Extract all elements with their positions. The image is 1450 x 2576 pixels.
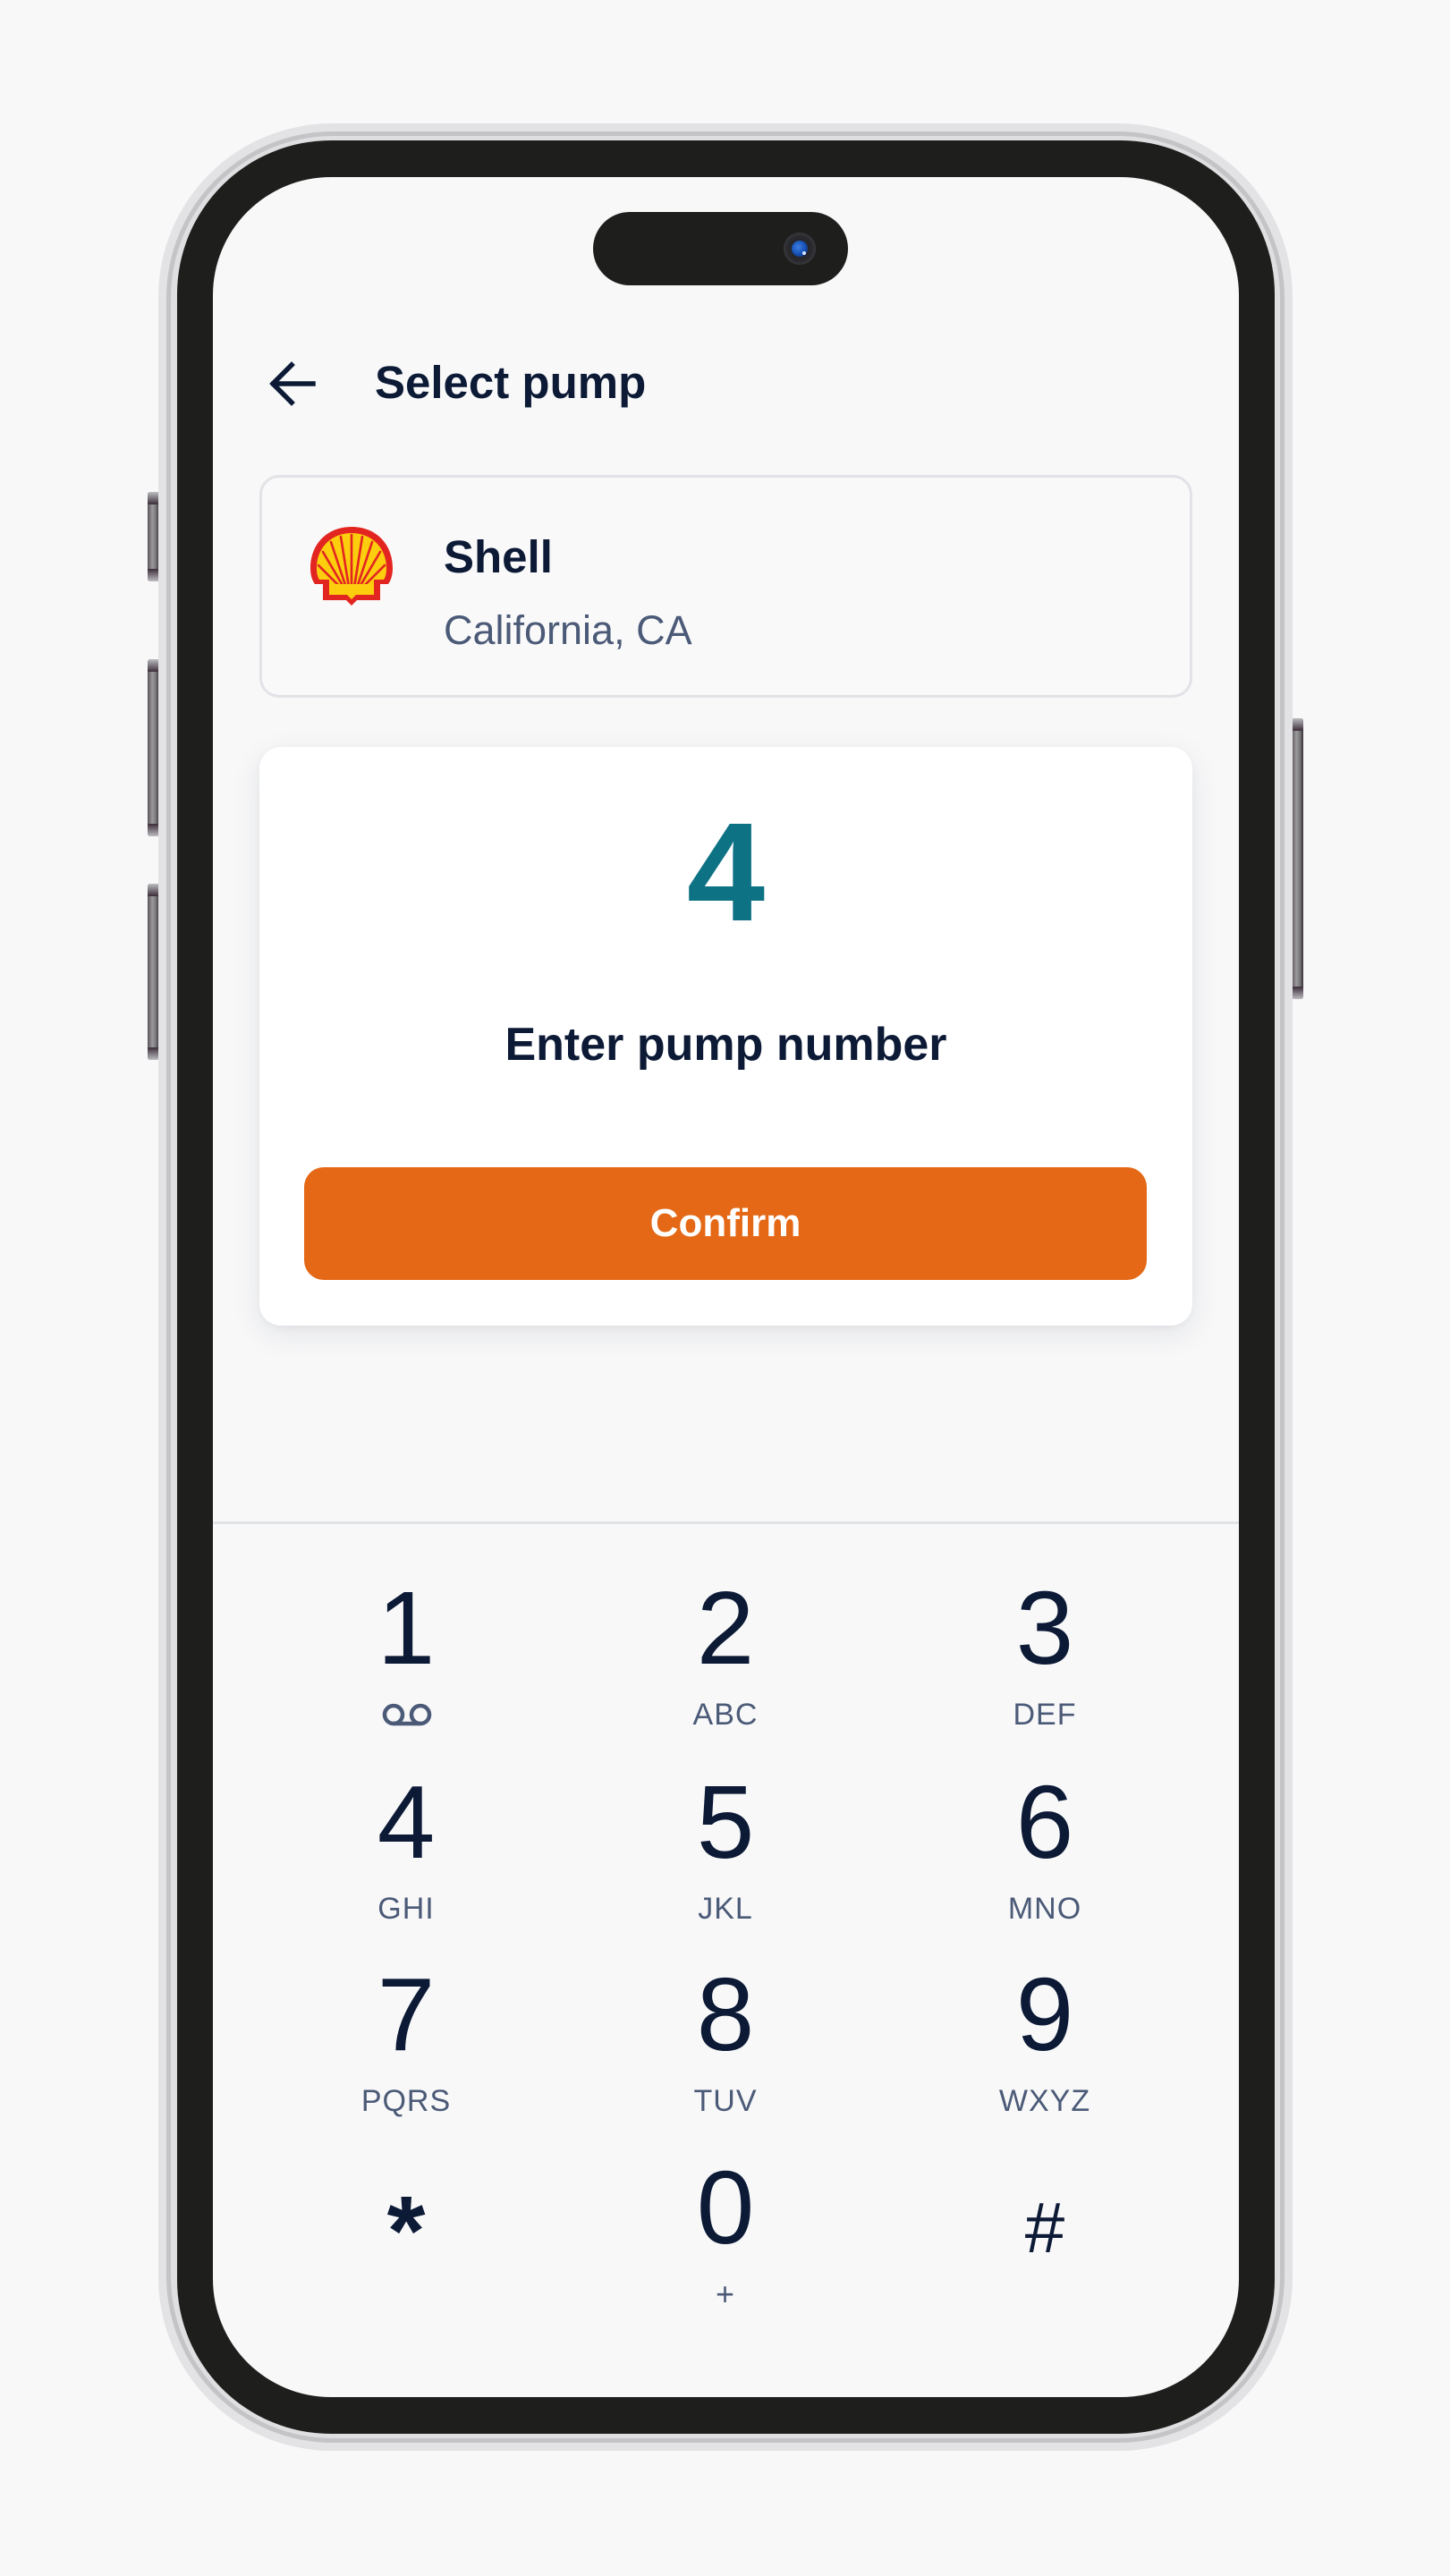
key-5[interactable]: 5 JKL <box>591 1764 860 1952</box>
phone-screen: Select pump Shell California, CA 4 Enter… <box>213 177 1239 2397</box>
page-title: Select pump <box>375 357 647 408</box>
key-letters: + <box>715 2275 736 2312</box>
key-letters: MNO <box>1007 1892 1082 1926</box>
power-button[interactable] <box>1292 718 1303 999</box>
pump-entry-card: 4 Enter pump number Confirm <box>259 747 1192 1326</box>
key-digit: 8 <box>696 1956 755 2072</box>
key-3[interactable]: 3 DEF <box>911 1570 1179 1758</box>
voicemail-icon <box>382 1703 432 1726</box>
pump-number-display: 4 <box>686 794 766 951</box>
key-digit: 7 <box>377 1956 436 2072</box>
key-6[interactable]: 6 MNO <box>911 1764 1179 1952</box>
key-digit: 1 <box>377 1570 436 1686</box>
pump-number-prompt: Enter pump number <box>505 1019 947 1071</box>
key-digit: 0 <box>696 2149 755 2266</box>
key-letters: GHI <box>377 1892 435 1926</box>
key-digit: 9 <box>1015 1956 1074 2072</box>
key-hash[interactable]: # <box>911 2170 1179 2358</box>
dynamic-island <box>593 212 848 285</box>
confirm-button[interactable]: Confirm <box>304 1167 1147 1280</box>
key-letters: JKL <box>698 1892 753 1926</box>
key-digit: # <box>1024 2188 1065 2267</box>
station-card[interactable]: Shell California, CA <box>259 475 1192 698</box>
key-star[interactable]: * <box>272 2174 540 2361</box>
key-2[interactable]: 2 ABC <box>591 1570 860 1758</box>
shell-logo-icon <box>310 527 393 606</box>
back-button[interactable] <box>258 352 329 415</box>
keypad-divider <box>213 1521 1239 1524</box>
key-digit: * <box>386 2176 426 2286</box>
key-4[interactable]: 4 GHI <box>272 1764 540 1952</box>
key-1[interactable]: 1 <box>272 1570 540 1758</box>
arrow-left-icon <box>269 361 316 406</box>
key-digit: 2 <box>696 1570 755 1686</box>
key-0[interactable]: 0 + <box>591 2149 860 2337</box>
station-location: California, CA <box>444 607 692 653</box>
key-7[interactable]: 7 PQRS <box>272 1956 540 2144</box>
key-digit: 6 <box>1015 1764 1074 1880</box>
station-name: Shell <box>444 531 553 582</box>
key-digit: 4 <box>377 1764 436 1880</box>
key-letters: WXYZ <box>998 2084 1091 2118</box>
key-9[interactable]: 9 WXYZ <box>911 1956 1179 2144</box>
key-letters: PQRS <box>360 2084 452 2118</box>
key-digit: 5 <box>696 1764 755 1880</box>
key-letters: DEF <box>1013 1698 1077 1732</box>
camera-icon <box>784 233 816 265</box>
key-letters: ABC <box>692 1698 759 1732</box>
key-digit: 3 <box>1015 1570 1074 1686</box>
key-8[interactable]: 8 TUV <box>591 1956 860 2144</box>
key-letters: TUV <box>693 2084 758 2118</box>
